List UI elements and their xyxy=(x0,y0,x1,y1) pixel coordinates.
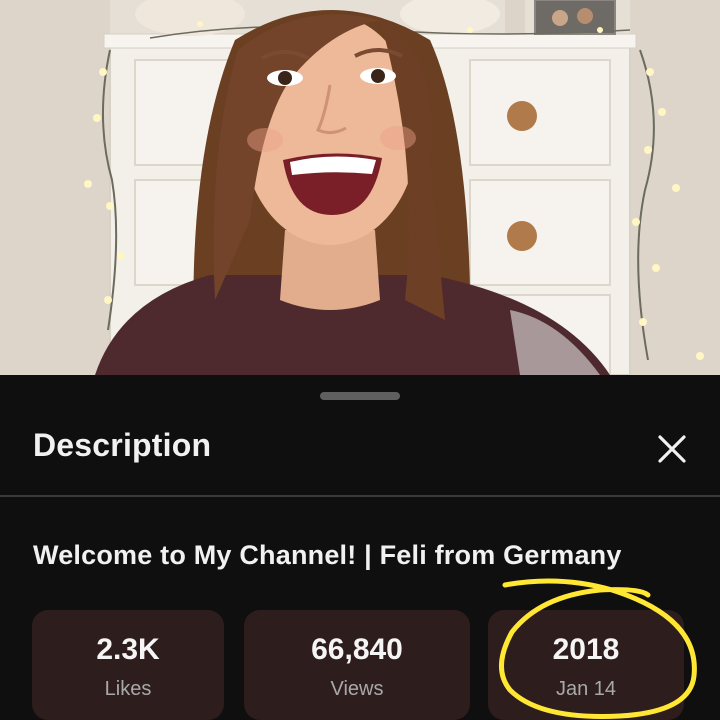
upload-day: Jan 14 xyxy=(555,678,617,700)
description-sheet: Description Welcome to My Channel! | Fel… xyxy=(0,375,720,720)
video-player[interactable] xyxy=(0,0,720,375)
divider xyxy=(0,495,720,497)
video-frame-image xyxy=(0,0,720,375)
stat-likes: 2.3K Likes xyxy=(32,610,224,720)
views-label: Views xyxy=(330,678,384,700)
stat-upload-date: 2018 Jan 14 xyxy=(488,610,684,720)
views-count: 66,840 xyxy=(311,633,403,666)
likes-label: Likes xyxy=(104,678,152,700)
upload-year: 2018 xyxy=(552,633,620,666)
drag-handle[interactable] xyxy=(320,392,400,400)
sheet-title: Description xyxy=(33,427,212,463)
stat-views: 66,840 Views xyxy=(244,610,470,720)
close-icon xyxy=(658,435,686,463)
likes-count: 2.3K xyxy=(96,633,160,666)
video-title: Welcome to My Channel! | Feli from Germa… xyxy=(33,540,622,570)
screen: Description Welcome to My Channel! | Fel… xyxy=(0,0,720,720)
close-button[interactable] xyxy=(646,425,698,473)
